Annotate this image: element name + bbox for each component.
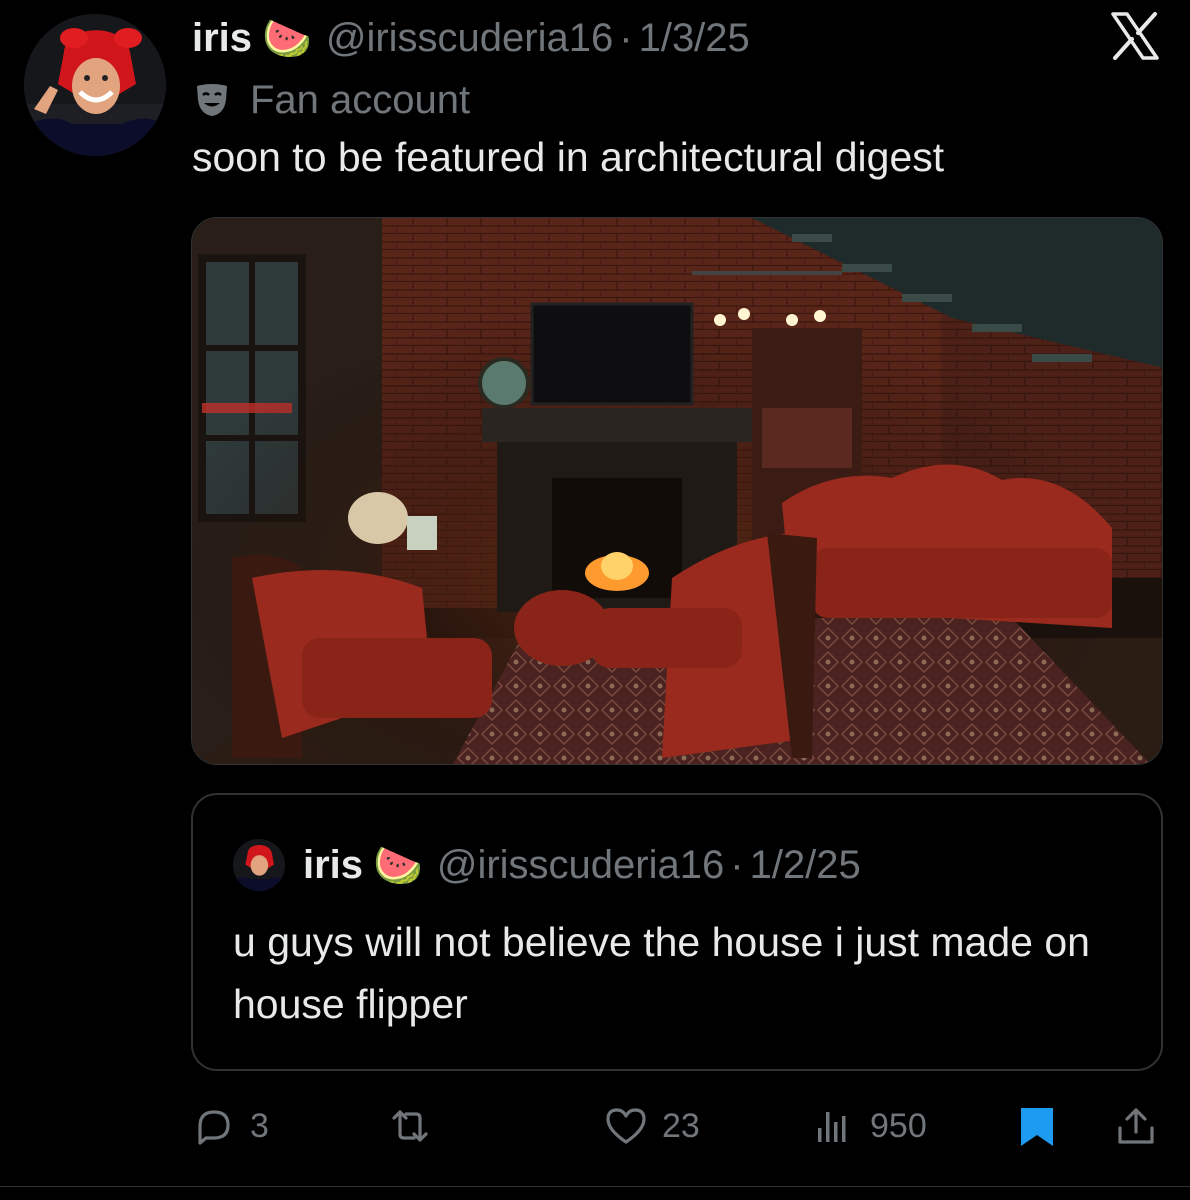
action-bar: 3 23 950 xyxy=(0,1096,1190,1156)
retweet-button[interactable] xyxy=(388,1096,432,1156)
tweet-header: iris 🍉 @irisscuderia16 · 1/3/25 xyxy=(192,12,1150,64)
separator-dot: · xyxy=(619,15,633,60)
bookmark-button[interactable] xyxy=(1015,1096,1059,1156)
reply-icon xyxy=(198,1110,230,1145)
like-count: 23 xyxy=(662,1106,700,1145)
tweet-text: soon to be featured in architectural dig… xyxy=(192,134,945,180)
quoted-handle: @irisscuderia16 xyxy=(436,842,725,887)
view-count: 950 xyxy=(870,1106,927,1145)
tweet-media-image[interactable] xyxy=(191,217,1163,765)
avatar-image xyxy=(24,14,166,156)
views-button[interactable]: 950 xyxy=(812,1096,927,1156)
account-label-text: Fan account xyxy=(250,77,471,122)
retweet-icon xyxy=(392,1110,428,1142)
avatar[interactable] xyxy=(24,14,166,156)
like-icon xyxy=(606,1108,646,1144)
reply-count: 3 xyxy=(250,1106,269,1145)
handle[interactable]: @irisscuderia16 xyxy=(326,16,613,61)
bookmark-icon xyxy=(1021,1108,1053,1146)
divider xyxy=(0,1186,1190,1187)
watermelon-emoji: 🍉 xyxy=(262,16,312,61)
quoted-date: 1/2/25 xyxy=(749,842,861,887)
quoted-separator-dot: · xyxy=(730,842,744,887)
share-icon xyxy=(1118,1108,1154,1144)
quoted-display-name: iris xyxy=(303,842,364,887)
views-icon xyxy=(818,1112,846,1142)
theater-mask-icon xyxy=(197,84,227,116)
quoted-tweet[interactable]: iris 🍉 @irisscuderia16 · 1/2/25 u guys w… xyxy=(191,793,1163,1071)
quoted-avatar xyxy=(233,839,285,891)
display-name[interactable]: iris xyxy=(192,16,252,61)
share-button[interactable] xyxy=(1114,1096,1158,1156)
quoted-tweet-text: u guys will not believe the house i just… xyxy=(233,919,1090,1027)
like-button[interactable]: 23 xyxy=(604,1096,700,1156)
living-room-illustration xyxy=(192,218,1162,764)
reply-button[interactable]: 3 xyxy=(192,1096,269,1156)
post-date[interactable]: 1/3/25 xyxy=(639,16,750,61)
quoted-tweet-header: iris 🍉 @irisscuderia16 · 1/2/25 xyxy=(233,839,861,891)
quoted-watermelon-emoji: 🍉 xyxy=(373,843,423,888)
x-logo-icon[interactable] xyxy=(1110,12,1160,60)
account-label: Fan account xyxy=(192,74,470,126)
